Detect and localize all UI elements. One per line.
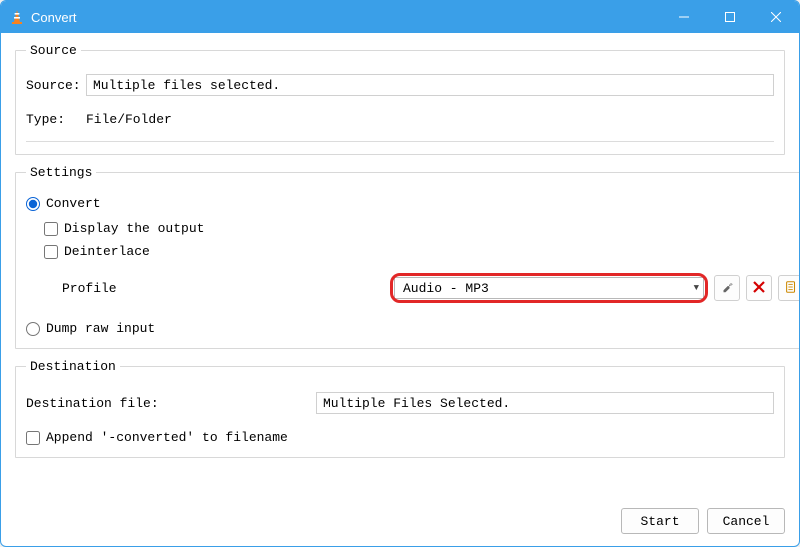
convert-radio-input[interactable] <box>26 197 40 211</box>
edit-profile-button[interactable] <box>714 275 740 301</box>
display-output-checkbox-input[interactable] <box>44 222 58 236</box>
deinterlace-checkbox-input[interactable] <box>44 245 58 259</box>
wrench-icon <box>720 280 734 297</box>
titlebar: Convert <box>1 1 799 33</box>
delete-profile-button[interactable] <box>746 275 772 301</box>
type-label: Type: <box>26 112 86 127</box>
profile-dropdown-value: Audio - MP3 <box>403 281 694 296</box>
new-profile-button[interactable] <box>778 275 800 301</box>
source-legend: Source <box>26 43 81 58</box>
start-button[interactable]: Start <box>621 508 699 534</box>
dump-raw-radio[interactable]: Dump raw input <box>26 321 800 336</box>
footer: Start Cancel <box>1 500 799 546</box>
append-converted-checkbox-input[interactable] <box>26 431 40 445</box>
x-delete-icon <box>753 281 765 296</box>
source-group: Source Source: Type: File/Folder <box>15 43 785 155</box>
deinterlace-checkbox[interactable]: Deinterlace <box>44 244 800 259</box>
append-converted-label: Append '-converted' to filename <box>46 430 288 445</box>
cancel-button[interactable]: Cancel <box>707 508 785 534</box>
profile-label: Profile <box>44 281 384 296</box>
document-new-icon <box>784 280 798 297</box>
settings-group: Settings Convert Display the output Dein… <box>15 165 800 349</box>
append-converted-checkbox[interactable]: Append '-converted' to filename <box>26 430 774 445</box>
convert-radio[interactable]: Convert <box>26 196 800 211</box>
destination-file-input[interactable] <box>316 392 774 414</box>
destination-group: Destination Destination file: Append '-c… <box>15 359 785 458</box>
convert-radio-label: Convert <box>46 196 101 211</box>
settings-legend: Settings <box>26 165 96 180</box>
chevron-down-icon: ▼ <box>694 283 699 293</box>
destination-file-label: Destination file: <box>26 396 316 411</box>
dump-raw-radio-input[interactable] <box>26 322 40 336</box>
source-divider <box>26 141 774 142</box>
dump-raw-label: Dump raw input <box>46 321 155 336</box>
maximize-button[interactable] <box>707 1 753 33</box>
profile-dropdown-highlight: Audio - MP3 ▼ <box>390 273 708 303</box>
deinterlace-label: Deinterlace <box>64 244 150 259</box>
type-value: File/Folder <box>86 112 172 127</box>
window-title: Convert <box>31 10 661 25</box>
content-area: Source Source: Type: File/Folder Setting… <box>1 33 799 500</box>
source-label: Source: <box>26 78 86 93</box>
display-output-label: Display the output <box>64 221 204 236</box>
profile-dropdown[interactable]: Audio - MP3 ▼ <box>394 277 704 299</box>
minimize-button[interactable] <box>661 1 707 33</box>
source-input[interactable] <box>86 74 774 96</box>
vlc-cone-icon <box>9 9 25 25</box>
close-button[interactable] <box>753 1 799 33</box>
convert-window: Convert Source Source: Type: File/Folder… <box>0 0 800 547</box>
destination-legend: Destination <box>26 359 120 374</box>
display-output-checkbox[interactable]: Display the output <box>44 221 800 236</box>
